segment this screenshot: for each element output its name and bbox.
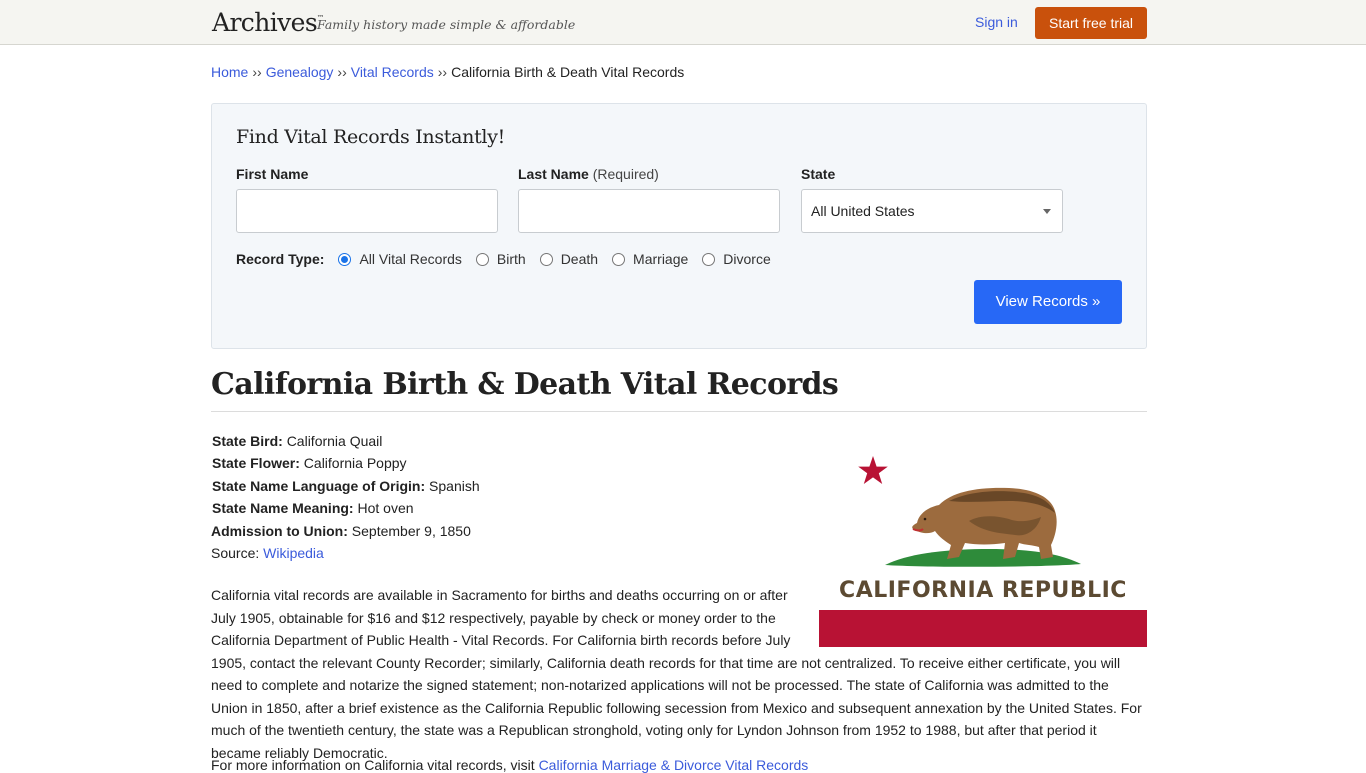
site-logo[interactable]: Archives™ (212, 8, 324, 37)
marriage-divorce-records-link[interactable]: California Marriage & Divorce Vital Reco… (539, 757, 809, 773)
fact-value: Hot oven (357, 500, 414, 517)
breadcrumb-genealogy[interactable]: Genealogy (266, 64, 334, 80)
breadcrumb-vital-records[interactable]: Vital Records (351, 64, 434, 80)
fact-value: September 9, 1850 (351, 522, 471, 539)
state-selected-value: All United States (811, 203, 915, 219)
fact-state-bird: State Bird: California Quail (211, 430, 480, 452)
fact-label: Admission to Union: (211, 522, 348, 539)
breadcrumb-home[interactable]: Home (211, 64, 248, 80)
first-name-input[interactable] (236, 189, 498, 233)
title-divider (211, 411, 1147, 412)
breadcrumb-separator: ›› (337, 64, 347, 80)
chevron-down-icon (1043, 209, 1051, 214)
source-label: Source: (211, 545, 260, 562)
last-name-label-text: Last Name (518, 166, 589, 182)
required-hint: (Required) (592, 166, 659, 182)
wikipedia-link[interactable]: Wikipedia (263, 545, 324, 561)
fact-value: California Quail (286, 433, 383, 449)
record-type-label: Record Type: (236, 251, 325, 267)
view-records-button[interactable]: View Records » (974, 280, 1122, 324)
search-form-panel: Find Vital Records Instantly! First Name… (211, 103, 1147, 349)
radio-label: Divorce (723, 251, 771, 267)
fact-source: Source: Wikipedia (211, 542, 480, 564)
fact-admission: Admission to Union: September 9, 1850 (211, 520, 480, 542)
fact-state-flower: State Flower: California Poppy (211, 452, 480, 474)
radio-option-birth[interactable]: Birth (475, 251, 526, 267)
last-name-label: Last Name (Required) (518, 166, 659, 182)
radio-label: Birth (496, 251, 526, 267)
more-info-text: For more information on California vital… (211, 757, 539, 773)
fact-name-meaning: State Name Meaning: Hot oven (211, 497, 480, 519)
last-name-input[interactable] (518, 189, 780, 233)
fact-label: State Name Language of Origin: (212, 477, 426, 494)
radio-button[interactable] (475, 252, 489, 266)
fact-name-origin: State Name Language of Origin: Spanish (211, 475, 480, 497)
fact-label: State Flower: (212, 455, 300, 472)
radio-label: All Vital Records (359, 251, 462, 267)
breadcrumb: Home ›› Genealogy ›› Vital Records ›› Californ… (211, 64, 684, 80)
site-tagline: Family history made simple & affordable (317, 17, 576, 32)
radio-option-all-vital-records[interactable]: All Vital Records (338, 251, 462, 267)
top-header: Archives™ Family history made simple & a… (0, 0, 1366, 45)
fact-label: State Bird: (212, 433, 283, 449)
breadcrumb-separator: ›› (252, 64, 262, 80)
radio-label: Marriage (633, 251, 689, 267)
start-free-trial-button[interactable]: Start free trial (1035, 7, 1147, 39)
state-label: State (801, 166, 836, 182)
search-form-title: Find Vital Records Instantly! (236, 126, 505, 148)
state-select[interactable]: All United States (801, 189, 1063, 233)
fact-label: State Name Meaning: (212, 500, 354, 517)
more-info-line: For more information on California vital… (211, 757, 808, 773)
page-title: California Birth & Death Vital Records (211, 367, 839, 402)
body-paragraph: California vital records are available i… (211, 584, 1147, 764)
flag-float-spacer (819, 584, 1147, 647)
radio-button[interactable] (612, 252, 626, 266)
radio-button[interactable] (702, 252, 716, 266)
radio-button-checked[interactable] (338, 252, 352, 266)
fact-value: California Poppy (303, 455, 407, 472)
first-name-label: First Name (236, 166, 309, 182)
sign-in-link[interactable]: Sign in (975, 14, 1018, 30)
radio-option-marriage[interactable]: Marriage (612, 251, 688, 267)
radio-option-divorce[interactable]: Divorce (702, 251, 771, 267)
breadcrumb-separator: ›› (437, 64, 448, 80)
fact-value: Spanish (429, 477, 480, 494)
state-facts: State Bird: California Quail State Flowe… (211, 430, 480, 564)
radio-option-death[interactable]: Death (539, 251, 599, 267)
breadcrumb-current: California Birth & Death Vital Records (451, 64, 685, 80)
radio-label: Death (560, 251, 599, 267)
record-type-group: Record Type: All Vital Records Birth Dea… (236, 250, 785, 268)
radio-button[interactable] (539, 252, 553, 266)
logo-text: Archives (212, 8, 318, 37)
